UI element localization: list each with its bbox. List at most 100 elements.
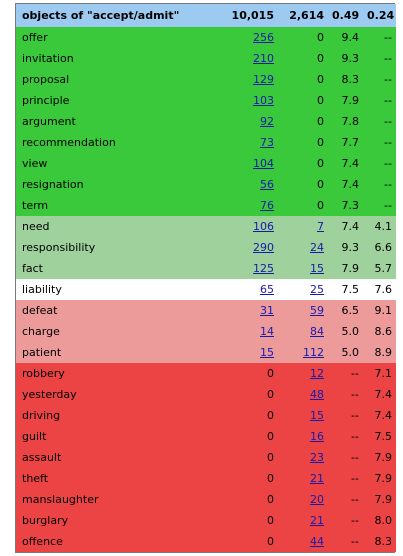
header-label: objects of "accept/admit": [22, 9, 180, 22]
accept-count: 0: [267, 535, 274, 548]
accept-count-cell: 15: [182, 342, 278, 363]
admit-count-link[interactable]: 24: [310, 241, 324, 254]
table-row: resignation 56 0 7.4 --: [16, 174, 396, 195]
admit-score: 8.0: [374, 514, 393, 527]
accept-score: 9.3: [341, 52, 360, 65]
accept-count: 0: [267, 388, 274, 401]
admit-count-link[interactable]: 21: [310, 472, 324, 485]
row-word: assault: [22, 451, 62, 464]
admit-count-link[interactable]: 25: [310, 283, 324, 296]
accept-count-cell: 14: [182, 321, 278, 342]
accept-count-cell: 65: [182, 279, 278, 300]
accept-count-cell: 92: [182, 111, 278, 132]
accept-score: --: [351, 472, 359, 485]
row-word: responsibility: [22, 241, 96, 254]
accept-score: 7.9: [341, 94, 360, 107]
accept-count-cell: 31: [182, 300, 278, 321]
accept-count-cell: 56: [182, 174, 278, 195]
table-row: robbery 0 12 -- 7.1: [16, 363, 396, 384]
accept-score: 7.4: [341, 220, 360, 233]
accept-score: 8.3: [341, 73, 360, 86]
accept-count-link[interactable]: 56: [260, 178, 274, 191]
accept-count-link[interactable]: 129: [253, 73, 274, 86]
accept-count: 0: [267, 409, 274, 422]
accept-score: 7.3: [341, 199, 360, 212]
accept-count-link[interactable]: 103: [253, 94, 274, 107]
table-row: argument 92 0 7.8 --: [16, 111, 396, 132]
admit-count-link[interactable]: 112: [303, 346, 324, 359]
table-row: responsibility 290 24 9.3 6.6: [16, 237, 396, 258]
accept-count-cell: 256: [182, 27, 278, 48]
admit-score: --: [384, 52, 392, 65]
admit-score: 6.6: [374, 241, 393, 254]
admit-score: --: [384, 94, 392, 107]
accept-count-link[interactable]: 14: [260, 325, 274, 338]
row-word: view: [22, 157, 48, 170]
accept-count-link[interactable]: 256: [253, 31, 274, 44]
row-word: principle: [22, 94, 70, 107]
admit-count-link[interactable]: 7: [317, 220, 324, 233]
header-total-admit: 2,614: [289, 9, 324, 22]
admit-score: 8.9: [374, 346, 393, 359]
row-word: guilt: [22, 430, 47, 443]
admit-count-link[interactable]: 15: [310, 409, 324, 422]
accept-score: 7.9: [341, 262, 360, 275]
admit-count-cell: 25: [278, 279, 328, 300]
admit-score: 8.3: [374, 535, 393, 548]
admit-count-cell: 24: [278, 237, 328, 258]
accept-count: 0: [267, 367, 274, 380]
accept-score: 7.5: [341, 283, 360, 296]
accept-count-cell: 125: [182, 258, 278, 279]
admit-count-link[interactable]: 20: [310, 493, 324, 506]
admit-count-cell: 15: [278, 258, 328, 279]
accept-count-link[interactable]: 104: [253, 157, 274, 170]
table-row: guilt 0 16 -- 7.5: [16, 426, 396, 447]
accept-score: 7.4: [341, 157, 360, 170]
accept-count-cell: 103: [182, 90, 278, 111]
row-word: term: [22, 199, 49, 212]
accept-count-cell: 210: [182, 48, 278, 69]
admit-count-link[interactable]: 16: [310, 430, 324, 443]
accept-count-link[interactable]: 92: [260, 115, 274, 128]
accept-score: 6.5: [341, 304, 360, 317]
collocation-table-frame: objects of "accept/admit" 10,015 2,614 0…: [15, 3, 396, 553]
accept-count-cell: 76: [182, 195, 278, 216]
accept-count: 0: [267, 430, 274, 443]
accept-count-link[interactable]: 65: [260, 283, 274, 296]
accept-score: --: [351, 493, 359, 506]
admit-count: 0: [317, 199, 324, 212]
admit-score: 4.1: [374, 220, 393, 233]
table-row: proposal 129 0 8.3 --: [16, 69, 396, 90]
admit-count-cell: 16: [278, 426, 328, 447]
header-row: objects of "accept/admit" 10,015 2,614 0…: [16, 4, 396, 27]
admit-count-link[interactable]: 15: [310, 262, 324, 275]
accept-count-link[interactable]: 31: [260, 304, 274, 317]
accept-count-link[interactable]: 125: [253, 262, 274, 275]
admit-count-link[interactable]: 59: [310, 304, 324, 317]
accept-count-link[interactable]: 15: [260, 346, 274, 359]
admit-count-link[interactable]: 48: [310, 388, 324, 401]
accept-score: --: [351, 367, 359, 380]
admit-count-link[interactable]: 23: [310, 451, 324, 464]
row-word: argument: [22, 115, 76, 128]
admit-count-link[interactable]: 21: [310, 514, 324, 527]
admit-count-link[interactable]: 44: [310, 535, 324, 548]
table-row: need 106 7 7.4 4.1: [16, 216, 396, 237]
accept-count-link[interactable]: 73: [260, 136, 274, 149]
accept-count-link[interactable]: 106: [253, 220, 274, 233]
row-word: manslaughter: [22, 493, 99, 506]
accept-score: 7.8: [341, 115, 360, 128]
admit-score: --: [384, 136, 392, 149]
admit-count: 0: [317, 136, 324, 149]
admit-count: 0: [317, 52, 324, 65]
accept-count-link[interactable]: 210: [253, 52, 274, 65]
accept-count-link[interactable]: 290: [253, 241, 274, 254]
admit-count-link[interactable]: 12: [310, 367, 324, 380]
row-word: need: [22, 220, 50, 233]
accept-score: 7.7: [341, 136, 360, 149]
row-word: robbery: [22, 367, 65, 380]
accept-count-link[interactable]: 76: [260, 199, 274, 212]
admit-score: 7.4: [374, 388, 393, 401]
table-row: driving 0 15 -- 7.4: [16, 405, 396, 426]
admit-count-link[interactable]: 84: [310, 325, 324, 338]
